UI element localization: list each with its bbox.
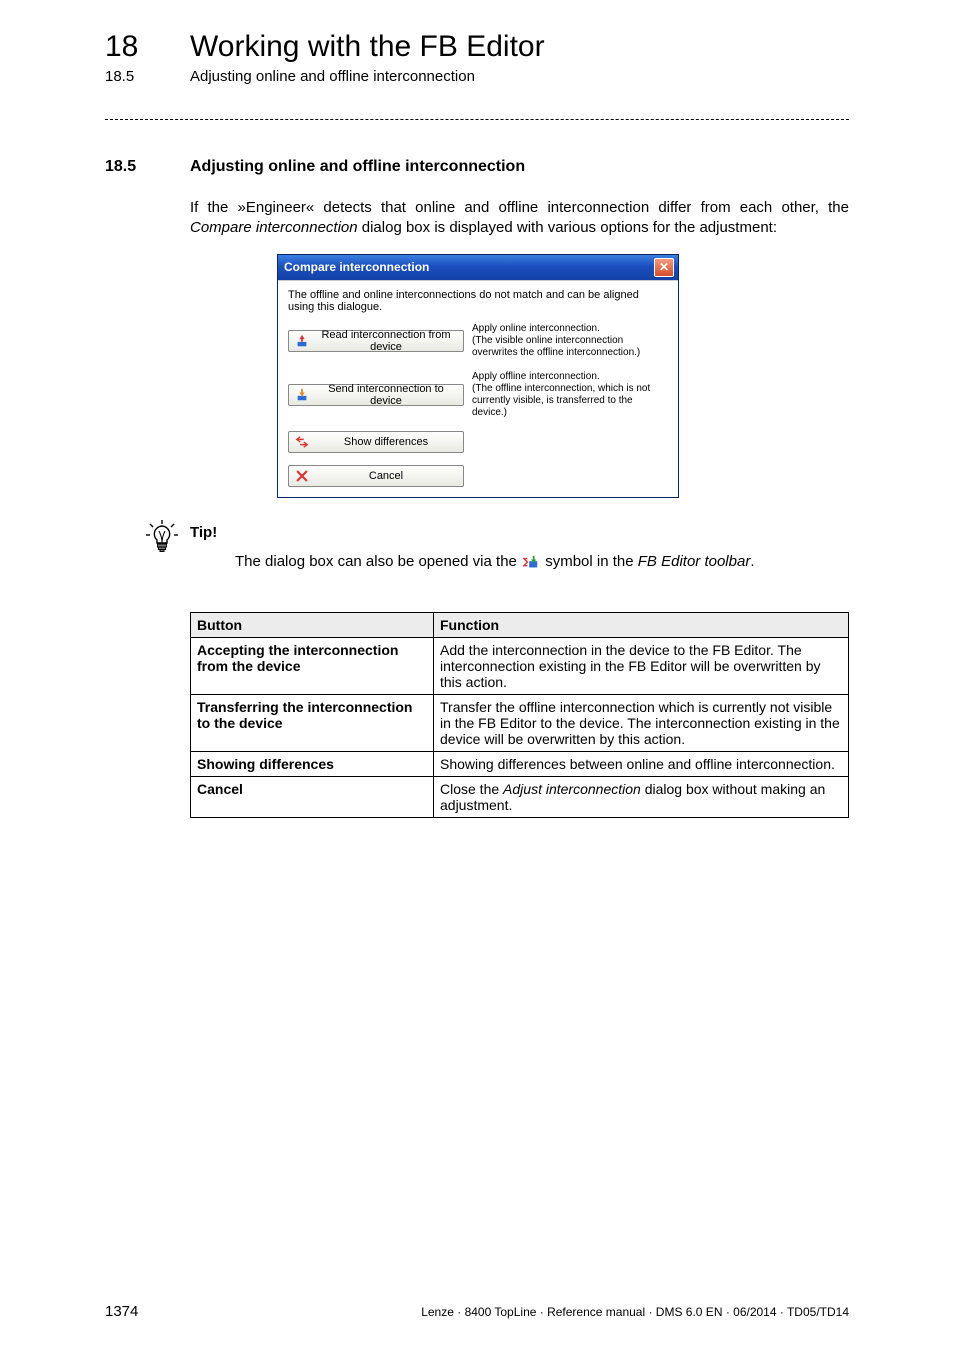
intro-text-em: Compare interconnection	[190, 219, 358, 236]
cell-text-em: Adjust interconnection	[503, 781, 641, 797]
dialog-body: The offline and online interconnections …	[278, 280, 678, 497]
tip-body: The dialog box can also be opened via th…	[235, 551, 849, 572]
section-title: Adjusting online and offline interconnec…	[190, 158, 525, 176]
table-cell: Close the Adjust interconnection dialog …	[434, 776, 849, 817]
button-function-table: Button Function Accepting the interconne…	[190, 612, 849, 818]
table-header: Button	[191, 612, 434, 637]
page-footer: 1374 Lenze · 8400 TopLine · Reference ma…	[105, 1303, 849, 1320]
cell-text-a: Close the	[440, 781, 503, 797]
tip-text-em: FB Editor toolbar	[638, 553, 751, 570]
section-number-header: 18.5	[105, 68, 190, 85]
upload-icon	[295, 334, 309, 348]
table-cell: Showing differences between online and o…	[434, 751, 849, 776]
intro-paragraph: If the »Engineer« detects that online an…	[190, 198, 849, 239]
section: 18.5 Adjusting online and offline interc…	[105, 158, 849, 239]
read-interconnection-button[interactable]: Read interconnection from device	[288, 330, 464, 352]
button-label: Send interconnection to device	[315, 383, 457, 407]
table-cell: Transferring the interconnection to the …	[191, 694, 434, 751]
chapter-title: Working with the FB Editor	[190, 30, 545, 64]
page-header: 18 Working with the FB Editor 18.5 Adjus…	[0, 0, 954, 85]
table-cell: Showing differences	[191, 751, 434, 776]
tip-text-b: symbol in the	[541, 553, 638, 570]
cancel-icon	[295, 469, 309, 483]
dialog-titlebar: Compare interconnection ✕	[278, 255, 678, 280]
table-header-row: Button Function	[191, 612, 849, 637]
horizontal-rule	[105, 119, 849, 120]
download-icon	[295, 388, 309, 402]
send-interconnection-button[interactable]: Send interconnection to device	[288, 384, 464, 406]
lightbulb-icon	[144, 520, 180, 559]
table-row: Cancel Close the Adjust interconnection …	[191, 776, 849, 817]
tip-text-a: The dialog box can also be opened via th…	[235, 553, 521, 570]
button-label: Read interconnection from device	[315, 329, 457, 353]
dialog-options: Read interconnection from device Apply o…	[288, 323, 668, 487]
page: 18 Working with the FB Editor 18.5 Adjus…	[0, 0, 954, 1350]
button-label: Cancel	[315, 470, 457, 482]
page-number: 1374	[105, 1303, 138, 1320]
table-cell: Transfer the offline interconnection whi…	[434, 694, 849, 751]
table-row: Accepting the interconnection from the d…	[191, 637, 849, 694]
chapter-number: 18	[105, 30, 190, 64]
table-cell: Accepting the interconnection from the d…	[191, 637, 434, 694]
section-number: 18.5	[105, 158, 190, 176]
button-description: Apply online interconnection. (The visib…	[472, 323, 668, 359]
dialog-title: Compare interconnection	[284, 260, 429, 274]
intro-text-b: dialog box is displayed with various opt…	[358, 219, 777, 236]
table-header: Function	[434, 612, 849, 637]
table-row: Transferring the interconnection to the …	[191, 694, 849, 751]
intro-text-a: If the »Engineer« detects that online an…	[190, 199, 849, 216]
tip-text-c: .	[750, 553, 754, 570]
close-icon[interactable]: ✕	[654, 258, 674, 277]
cancel-button[interactable]: Cancel	[288, 465, 464, 487]
dialog-screenshot: Compare interconnection ✕ The offline an…	[277, 254, 677, 498]
footer-info: Lenze · 8400 TopLine · Reference manual …	[421, 1305, 849, 1319]
table-row: Showing differences Showing differences …	[191, 751, 849, 776]
show-differences-button[interactable]: Show differences	[288, 431, 464, 453]
tip-label: Tip!	[190, 524, 217, 541]
button-description: Apply offline interconnection. (The offl…	[472, 371, 668, 419]
compare-interconnection-dialog: Compare interconnection ✕ The offline an…	[277, 254, 679, 498]
fb-editor-toolbar-icon	[523, 555, 539, 569]
diff-icon	[295, 435, 309, 449]
table-cell: Add the interconnection in the device to…	[434, 637, 849, 694]
table-cell: Cancel	[191, 776, 434, 817]
section-title-header: Adjusting online and offline interconnec…	[190, 68, 475, 85]
dialog-instruction: The offline and online interconnections …	[288, 289, 668, 313]
button-label: Show differences	[315, 436, 457, 448]
tip-block: Tip!	[190, 524, 849, 541]
